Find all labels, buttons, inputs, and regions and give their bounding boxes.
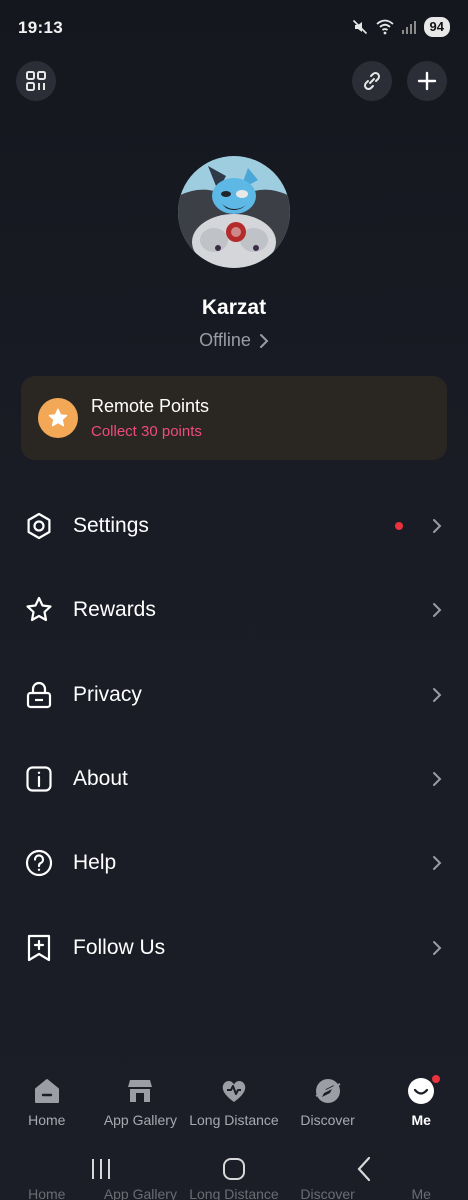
remote-points-card[interactable]: Remote Points Collect 30 points <box>21 376 447 460</box>
tab-notification-dot <box>432 1075 441 1083</box>
gear-icon <box>27 512 51 540</box>
back-icon[interactable] <box>349 1155 381 1183</box>
question-icon <box>25 849 53 877</box>
tab-home[interactable]: Home <box>0 1070 94 1140</box>
link-button[interactable] <box>352 61 392 101</box>
menu-label-follow-us: Follow Us <box>73 936 166 959</box>
tab-label-discover: Discover <box>300 1112 355 1128</box>
tab-label-me: Me <box>411 1112 431 1128</box>
menu-label-about: About <box>73 767 128 790</box>
recent-apps-icon[interactable] <box>85 1155 117 1183</box>
chevron-right-icon <box>433 519 442 533</box>
signal-icon <box>401 21 416 34</box>
ghost-label: Home <box>28 1186 66 1200</box>
lock-icon <box>26 681 52 709</box>
bookmark-plus-icon <box>27 934 51 962</box>
chevron-right-icon <box>433 603 442 617</box>
status-icons: 94 <box>352 17 450 37</box>
compass-icon <box>315 1079 341 1103</box>
chevron-right-icon <box>433 941 442 955</box>
home-button-icon[interactable] <box>218 1155 250 1183</box>
chevron-right-icon <box>433 688 442 702</box>
ghost-label: Me <box>411 1186 431 1200</box>
star-badge-icon <box>38 398 78 438</box>
ghost-label: Long Distance <box>189 1186 279 1200</box>
mute-icon <box>352 19 367 35</box>
home-icon <box>34 1079 59 1103</box>
menu-label-help: Help <box>73 851 117 874</box>
plus-icon <box>417 71 437 91</box>
menu-label-privacy: Privacy <box>73 683 142 706</box>
status-bar: 19:13 94 <box>0 0 468 56</box>
bottom-tab-bar: Home App Gallery Long Distance Discover … <box>0 1070 468 1140</box>
tab-me[interactable]: Me <box>374 1070 468 1140</box>
ghost-label: App Gallery <box>103 1186 177 1200</box>
tab-app-gallery[interactable]: App Gallery <box>94 1070 188 1140</box>
menu-label-settings: Settings <box>73 514 149 537</box>
presence-status[interactable]: Offline <box>0 330 468 351</box>
chevron-right-icon <box>259 333 269 348</box>
tab-discover[interactable]: Discover <box>281 1070 375 1140</box>
qr-code-icon <box>26 71 46 91</box>
wifi-icon <box>375 19 394 35</box>
ghost-tab-labels: Home App Gallery Long Distance Discover … <box>0 1186 468 1200</box>
chevron-right-icon <box>433 856 442 870</box>
points-title: Remote Points <box>91 396 210 416</box>
qr-code-button[interactable] <box>16 61 56 101</box>
star-outline-icon <box>26 596 52 622</box>
add-button[interactable] <box>407 61 447 101</box>
notification-dot <box>395 522 403 530</box>
chevron-right-icon <box>433 772 442 786</box>
avatar[interactable] <box>178 156 290 268</box>
info-icon <box>26 766 52 792</box>
status-time: 19:13 <box>18 18 63 37</box>
tab-label-app-gallery: App Gallery <box>103 1112 177 1128</box>
menu-item-privacy[interactable]: Privacy <box>0 665 468 725</box>
presence-status-label: Offline <box>199 330 251 350</box>
menu-item-rewards[interactable]: Rewards <box>0 580 468 640</box>
user-name: Karzat <box>201 296 267 319</box>
link-icon <box>363 71 381 91</box>
tab-label-home: Home <box>28 1112 66 1128</box>
tab-long-distance[interactable]: Long Distance <box>187 1070 281 1140</box>
menu-item-about[interactable]: About <box>0 749 468 809</box>
menu-item-settings[interactable]: Settings <box>0 496 468 556</box>
tab-label-long-distance: Long Distance <box>189 1112 279 1128</box>
menu-item-help[interactable]: Help <box>0 833 468 893</box>
store-icon <box>128 1080 153 1102</box>
profile-screen: 19:13 94 Karzat Offline Remote Points Co… <box>0 0 468 1200</box>
wolf-avatar-image <box>178 156 290 268</box>
ghost-label: Discover <box>300 1186 355 1200</box>
menu-item-follow-us[interactable]: Follow Us <box>0 918 468 978</box>
points-subtitle: Collect 30 points <box>91 423 202 440</box>
battery-icon: 94 <box>423 17 450 37</box>
heart-icon <box>222 1080 246 1102</box>
menu-label-rewards: Rewards <box>73 598 156 621</box>
